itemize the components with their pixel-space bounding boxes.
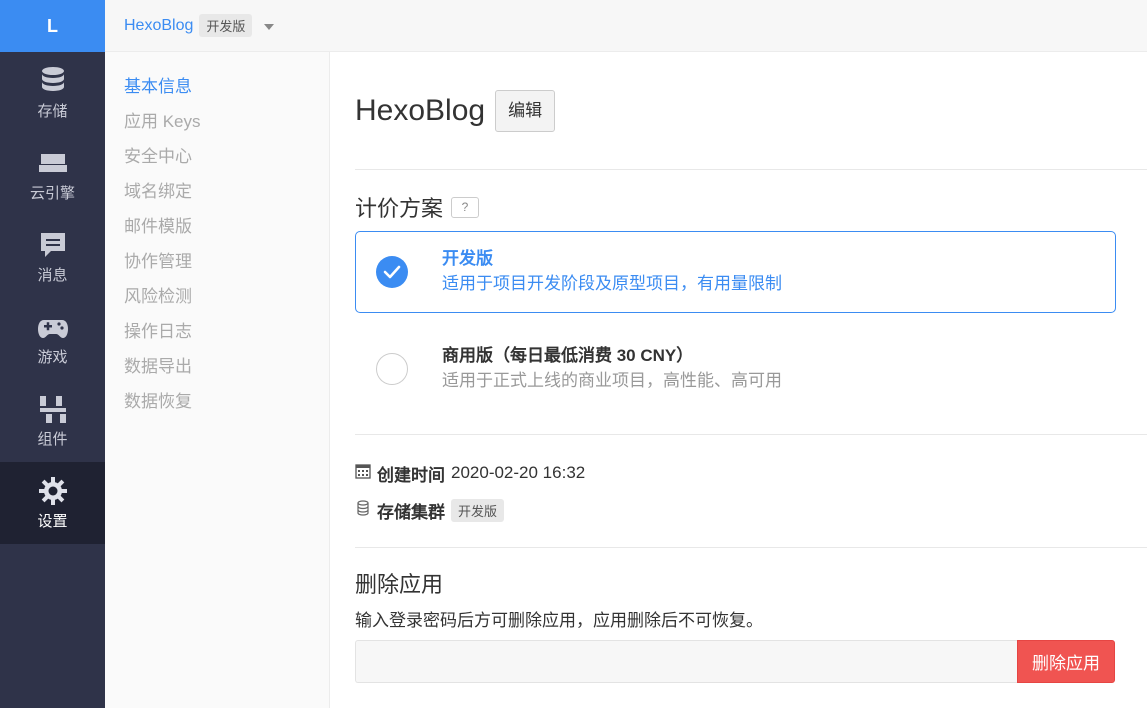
storage-cluster-tag: 开发版 bbox=[451, 498, 505, 522]
app-title-row: HexoBlog 编辑 bbox=[355, 52, 1147, 170]
rail-item-label: 组件 bbox=[37, 431, 68, 448]
menu-item-data-export[interactable]: 数据导出 bbox=[105, 349, 329, 384]
menu-item-security[interactable]: 安全中心 bbox=[105, 139, 329, 174]
rail-item-settings[interactable]: 设置 bbox=[0, 462, 105, 544]
menu-item-email-templates[interactable]: 邮件模版 bbox=[105, 209, 329, 244]
rail-item-components[interactable]: 组件 bbox=[0, 380, 105, 462]
rail-item-label: 消息 bbox=[37, 267, 68, 284]
password-input[interactable] bbox=[355, 640, 1017, 683]
pricing-section-title: 计价方案 ? bbox=[355, 192, 1147, 222]
rail-item-games[interactable]: 游戏 bbox=[0, 298, 105, 380]
rail-item-messages[interactable]: 消息 bbox=[0, 216, 105, 298]
rail-item-label: 存储 bbox=[37, 103, 68, 120]
menu-item-operation-log[interactable]: 操作日志 bbox=[105, 314, 329, 349]
storage-cluster-label: 存储集群 bbox=[377, 502, 445, 522]
database-icon bbox=[355, 499, 371, 521]
chevron-down-icon[interactable] bbox=[264, 23, 275, 30]
gear-icon bbox=[37, 475, 69, 507]
help-icon[interactable]: ? bbox=[451, 196, 480, 218]
rail-item-label: 游戏 bbox=[37, 349, 68, 366]
calendar-icon bbox=[355, 463, 371, 484]
created-time-value: 2020-02-20 16:32 bbox=[451, 463, 586, 482]
radio-empty-icon bbox=[376, 353, 408, 385]
plan-option-dev[interactable]: 开发版 适用于项目开发阶段及原型项目，有用量限制 bbox=[355, 231, 1116, 313]
cloud-engine-icon bbox=[37, 147, 69, 179]
menu-item-basic-info[interactable]: 基本信息 bbox=[105, 69, 329, 104]
plan-desc: 适用于正式上线的商业项目，高性能、高可用 bbox=[442, 371, 782, 390]
plan-text: 商用版（每日最低消费 30 CNY） 适用于正式上线的商业项目，高性能、高可用 bbox=[442, 344, 782, 394]
menu-item-collaboration[interactable]: 协作管理 bbox=[105, 244, 329, 279]
pricing-title: 计价方案 bbox=[355, 196, 444, 221]
delete-app-button[interactable]: 删除应用 bbox=[1017, 640, 1115, 683]
plan-text: 开发版 适用于项目开发阶段及原型项目，有用量限制 bbox=[442, 247, 782, 297]
delete-app-form: 删除应用 bbox=[355, 640, 1115, 683]
plan-tag: 开发版 bbox=[199, 14, 253, 37]
menu-item-domain[interactable]: 域名绑定 bbox=[105, 174, 329, 209]
divider bbox=[355, 547, 1147, 548]
user-avatar[interactable]: L bbox=[0, 0, 105, 52]
app-rail: L 存储 云引擎 消息 游戏 组件 设置 bbox=[0, 0, 105, 708]
message-icon bbox=[37, 229, 69, 261]
plan-desc: 适用于项目开发阶段及原型项目，有用量限制 bbox=[442, 274, 782, 293]
created-time-label: 创建时间 bbox=[377, 465, 445, 485]
page-title: HexoBlog bbox=[355, 93, 486, 127]
check-circle-icon bbox=[376, 256, 408, 288]
edit-button[interactable]: 编辑 bbox=[495, 89, 556, 132]
components-icon bbox=[37, 393, 69, 425]
menu-item-risk-detection[interactable]: 风险检测 bbox=[105, 279, 329, 314]
rail-item-label: 云引擎 bbox=[29, 185, 75, 202]
delete-app-description: 输入登录密码后方可删除应用，应用删除后不可恢复。 bbox=[355, 611, 763, 630]
rail-item-cloud-engine[interactable]: 云引擎 bbox=[0, 134, 105, 216]
rail-item-label: 设置 bbox=[37, 513, 68, 530]
created-time-row: 创建时间 2020-02-20 16:32 bbox=[355, 461, 1147, 485]
settings-menu: 基本信息 应用 Keys 安全中心 域名绑定 邮件模版 协作管理 风险检测 操作… bbox=[105, 52, 330, 708]
app-switcher-name[interactable]: HexoBlog bbox=[124, 17, 193, 35]
plan-name: 商用版（每日最低消费 30 CNY） bbox=[442, 346, 694, 365]
top-bar: HexoBlog 开发版 bbox=[105, 0, 1147, 52]
plan-option-business[interactable]: 商用版（每日最低消费 30 CNY） 适用于正式上线的商业项目，高性能、高可用 bbox=[355, 328, 1116, 410]
storage-cluster-row: 存储集群 开发版 bbox=[355, 498, 1147, 522]
rail-item-storage[interactable]: 存储 bbox=[0, 52, 105, 134]
menu-item-data-restore[interactable]: 数据恢复 bbox=[105, 384, 329, 419]
main-content: HexoBlog 编辑 计价方案 ? 开发版 适用于项目开发阶段及原型项目，有用… bbox=[331, 52, 1147, 708]
plan-name: 开发版 bbox=[442, 249, 493, 268]
delete-app-title: 删除应用 bbox=[355, 572, 444, 597]
divider bbox=[355, 434, 1147, 435]
menu-item-app-keys[interactable]: 应用 Keys bbox=[105, 104, 329, 139]
gamepad-icon bbox=[37, 311, 69, 343]
database-icon bbox=[37, 65, 69, 97]
